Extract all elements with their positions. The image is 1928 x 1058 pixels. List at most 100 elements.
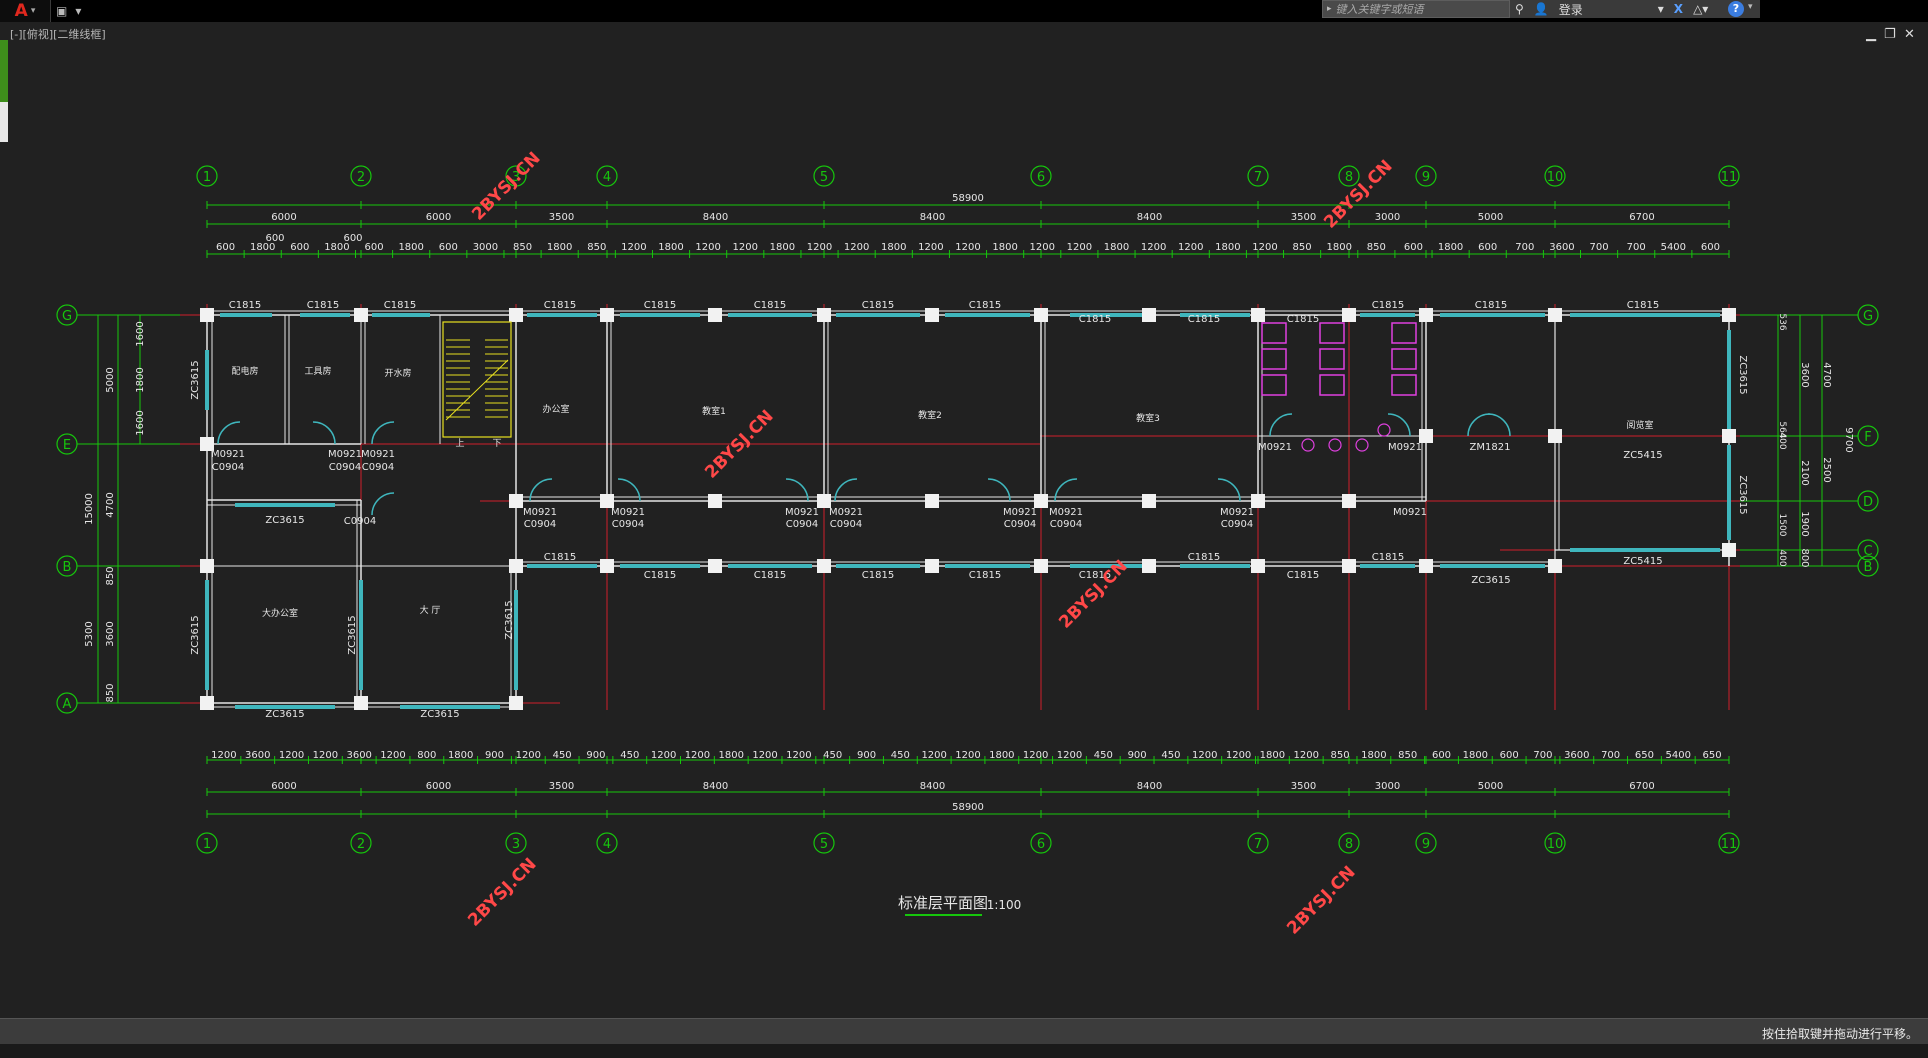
detail-dimension: 1800	[1326, 242, 1351, 253]
chevron-down-icon[interactable]: ▾	[1658, 2, 1664, 16]
detail-dimension: 600	[1404, 242, 1423, 253]
detail-dimension: 700	[1627, 242, 1646, 253]
window-label: ZC3615	[190, 360, 201, 399]
window-label: C1815	[1372, 300, 1404, 311]
a360-icon[interactable]: △▾	[1693, 2, 1708, 16]
window-label: ZC3615	[420, 709, 459, 720]
vertical-dimension: 4700	[1821, 362, 1832, 387]
detail-dimension: 1200	[279, 750, 304, 761]
drawing-scale: 1:100	[987, 898, 1022, 912]
exchange-icon[interactable]: X	[1674, 2, 1683, 16]
detail-dimension: 1200	[1252, 242, 1277, 253]
door-label: M0921	[1388, 442, 1422, 453]
detail-dimension: 450	[891, 750, 910, 761]
detail-dimension: 1800	[770, 242, 795, 253]
column	[817, 494, 831, 508]
door-arc	[1217, 478, 1241, 502]
save-icon[interactable]: ▣	[56, 4, 67, 18]
detail-dimension: 900	[485, 750, 504, 761]
detail-dimension: 1800	[1104, 242, 1129, 253]
detail-dimension: 1200	[955, 750, 980, 761]
sink-fixture	[1355, 438, 1369, 452]
detail-dimension: 1200	[621, 242, 646, 253]
column	[708, 559, 722, 573]
window-label: C1815	[1475, 300, 1507, 311]
drawing-canvas[interactable]: 上下11223344556677889910101111GEBAGFDCB589…	[0, 22, 1928, 1018]
detail-dimension: 650	[1635, 750, 1654, 761]
column	[354, 308, 368, 322]
window-label: C1815	[384, 300, 416, 311]
detail-dimension: 1800	[989, 750, 1014, 761]
detail-dimension: 1800	[547, 242, 572, 253]
watermark: 2BYSJ.CN	[1283, 862, 1359, 938]
door-label: ZM1821	[1470, 442, 1511, 453]
column	[1342, 559, 1356, 573]
door-label: M0921	[785, 507, 819, 518]
door-arc	[1387, 413, 1411, 437]
detail-dimension: 1800	[992, 242, 1017, 253]
column	[1034, 494, 1048, 508]
room-name: 教室1	[702, 405, 726, 417]
toilet-stall	[1261, 348, 1287, 370]
door-arc	[371, 492, 395, 516]
axis-bubble-label: 4	[603, 837, 611, 852]
detail-dimension: 600	[1432, 750, 1451, 761]
door-label: M0921	[211, 449, 245, 460]
axis-bubble-label: G	[1863, 309, 1873, 324]
column	[1548, 559, 1562, 573]
chevron-down-icon[interactable]: ▾	[1748, 2, 1753, 12]
toilet-stall	[1261, 374, 1287, 396]
vertical-dimension: 400	[1777, 549, 1787, 566]
window-label: C1815	[969, 570, 1001, 581]
search-input[interactable]	[1335, 1, 1496, 17]
door-label: C0904	[329, 462, 361, 473]
detail-dimension: 1800	[398, 242, 423, 253]
vertical-dimension: 400	[1777, 432, 1787, 449]
door-arc	[312, 421, 336, 445]
login-label[interactable]: 登录	[1559, 1, 1583, 18]
axis-bubble-label: 4	[603, 170, 611, 185]
vertical-dimension: 15000	[84, 493, 95, 525]
axis-bubble-label: G	[62, 309, 72, 324]
vertical-dimension: 800	[1799, 548, 1810, 567]
door-label: C0904	[786, 519, 818, 530]
window-label: ZC3615	[504, 600, 515, 639]
window-label: ZC3615	[1737, 355, 1748, 394]
vertical-dimension: 3600	[105, 621, 116, 646]
detail-dimension: 1200	[211, 750, 236, 761]
window-label: C1815	[1287, 570, 1319, 581]
expand-arrow-icon[interactable]: ▸	[1323, 4, 1336, 14]
detail-dimension: 1800	[881, 242, 906, 253]
column	[925, 308, 939, 322]
window-label: ZC5415	[1623, 556, 1662, 567]
detail-dimension: 1200	[921, 750, 946, 761]
watermark: 2BYSJ.CN	[464, 854, 540, 930]
detail-dimension: 450	[620, 750, 639, 761]
door-arc	[1487, 413, 1511, 437]
detail-dimension: 3600	[245, 750, 270, 761]
axis-bubble-label: 6	[1037, 837, 1045, 852]
door-label: C0904	[1221, 519, 1253, 530]
axis-dimension: 8400	[1137, 212, 1162, 223]
toilet-stall	[1261, 322, 1287, 344]
axis-dimension: 8400	[703, 212, 728, 223]
detail-dimension: 700	[1533, 750, 1552, 761]
door-label: C0904	[362, 462, 394, 473]
vertical-dimension: 4700	[105, 492, 116, 517]
vertical-dimension: 850	[105, 683, 116, 702]
window-label: C1815	[862, 570, 894, 581]
axis-bubble-label: 1	[203, 170, 211, 185]
axis-bubble-label: 11	[1721, 170, 1738, 185]
dropdown-icon[interactable]: ▾	[75, 4, 81, 18]
window-label: ZC3615	[190, 615, 201, 654]
room-name: 教室2	[918, 409, 942, 421]
detail-dimension: 450	[553, 750, 572, 761]
binoculars-icon[interactable]: ⚲	[1515, 2, 1524, 16]
window-label: C1815	[862, 300, 894, 311]
window-label: C1815	[754, 300, 786, 311]
vertical-dimension: 1900	[1799, 511, 1810, 536]
application-menu-button[interactable]: A ▾	[0, 0, 51, 22]
help-icon[interactable]: ?	[1728, 1, 1744, 17]
stair-down-label: 下	[492, 439, 501, 449]
window-label: ZC5415	[1623, 450, 1662, 461]
